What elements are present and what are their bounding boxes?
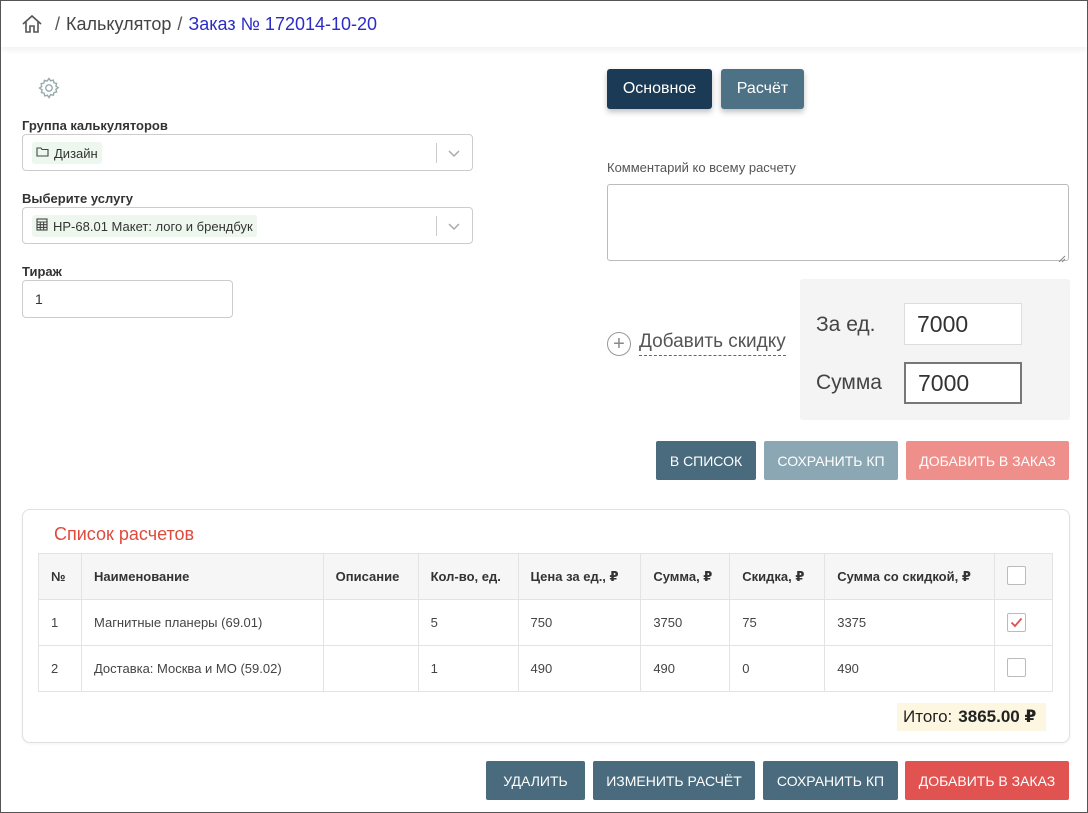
- comment-label: Комментарий ко всему расчету: [607, 160, 796, 175]
- qty-input[interactable]: 1: [22, 280, 233, 318]
- table-header-row: № Наименование Описание Кол-во, ед. Цена…: [38, 553, 1054, 600]
- sum-label: Сумма: [816, 371, 882, 394]
- col-description: Описание: [322, 553, 419, 600]
- comment-textarea[interactable]: [607, 184, 1069, 263]
- row-description: [322, 645, 419, 692]
- breadcrumb-separator: /: [177, 13, 183, 34]
- select-divider: [436, 143, 437, 163]
- row-sum: 3750: [640, 599, 731, 646]
- save-kp-button[interactable]: СОХРАНИТЬ КП: [764, 441, 898, 480]
- unit-price-input[interactable]: 7000: [904, 303, 1022, 345]
- resize-handle-icon[interactable]: [1058, 250, 1066, 263]
- row-qty: 5: [417, 599, 519, 646]
- total-sum: Итого: 3865.00 ₽: [897, 703, 1047, 731]
- sum-input[interactable]: 7000: [904, 362, 1022, 404]
- calculator-icon: [36, 218, 48, 234]
- service-value: НР-68.01 Макет: лого и брендбук: [53, 218, 253, 234]
- group-label: Группа калькуляторов: [22, 118, 168, 133]
- save-kp-bottom-button[interactable]: СОХРАНИТЬ КП: [763, 761, 898, 800]
- group-chip: Дизайн: [32, 142, 102, 164]
- breadcrumb-order-title: Заказ № 172014-10-20: [188, 13, 378, 34]
- total-value: 3865.00 ₽: [958, 707, 1037, 726]
- edit-calculation-button[interactable]: ИЗМЕНИТЬ РАСЧЁТ: [593, 761, 755, 800]
- group-select[interactable]: Дизайн: [22, 134, 473, 171]
- col-sum-discounted: Сумма со скидкой, ₽: [824, 553, 995, 600]
- tab-main[interactable]: Основное: [607, 69, 712, 109]
- add-to-order-button[interactable]: ДОБАВИТЬ В ЗАКАЗ: [906, 441, 1069, 480]
- calculations-table: № Наименование Описание Кол-во, ед. Цена…: [38, 553, 1054, 692]
- row-select: [993, 599, 1054, 646]
- row-unit-price: 750: [517, 599, 642, 646]
- col-discount: Скидка, ₽: [729, 553, 826, 600]
- add-discount-label: Добавить скидку: [639, 331, 786, 356]
- price-box: За ед. 7000 Сумма 7000: [800, 279, 1070, 420]
- home-icon[interactable]: [21, 13, 43, 35]
- service-chip: НР-68.01 Макет: лого и брендбук: [32, 215, 257, 237]
- col-sum: Сумма, ₽: [640, 553, 731, 600]
- service-select[interactable]: НР-68.01 Макет: лого и брендбук: [22, 207, 473, 244]
- row-checkbox[interactable]: [1006, 657, 1026, 677]
- folder-icon: [36, 146, 49, 160]
- table-row[interactable]: 2 Доставка: Москва и МО (59.02) 1 490 49…: [38, 645, 1054, 692]
- row-discount: 75: [729, 599, 826, 646]
- to-list-button[interactable]: В СПИСОК: [656, 441, 756, 480]
- row-unit-price: 490: [517, 645, 642, 692]
- gear-icon[interactable]: [37, 76, 61, 100]
- col-unit-price: Цена за ед., ₽: [517, 553, 642, 600]
- row-select: [993, 645, 1054, 692]
- col-name: Наименование: [80, 553, 324, 600]
- row-sum: 490: [640, 645, 731, 692]
- select-all-checkbox[interactable]: [1006, 565, 1026, 585]
- unit-price-label: За ед.: [816, 313, 876, 336]
- add-discount-button[interactable]: + Добавить скидку: [607, 331, 786, 356]
- table-row[interactable]: 1 Магнитные планеры (69.01) 5 750 3750 7…: [38, 599, 1054, 646]
- chevron-down-icon[interactable]: [446, 218, 462, 234]
- col-qty: Кол-во, ед.: [417, 553, 519, 600]
- row-number: 1: [38, 599, 82, 646]
- delete-button[interactable]: УДАЛИТЬ: [486, 761, 585, 800]
- row-sum-discounted: 3375: [824, 599, 995, 646]
- row-discount: 0: [729, 645, 826, 692]
- tab-calc[interactable]: Расчёт: [721, 69, 804, 109]
- calculations-title: Список расчетов: [54, 524, 195, 544]
- service-label: Выберите услугу: [22, 191, 133, 206]
- row-number: 2: [38, 645, 82, 692]
- row-sum-discounted: 490: [824, 645, 995, 692]
- row-description: [322, 599, 419, 646]
- row-name: Магнитные планеры (69.01): [80, 599, 324, 646]
- col-select: [993, 553, 1054, 600]
- col-number: №: [38, 553, 82, 600]
- plus-circle-icon: +: [607, 331, 631, 356]
- breadcrumb-separator: /: [55, 13, 61, 34]
- select-divider: [436, 216, 437, 236]
- group-value: Дизайн: [54, 145, 98, 161]
- row-checkbox-checked[interactable]: [1006, 613, 1026, 632]
- add-to-order-bottom-button[interactable]: ДОБАВИТЬ В ЗАКАЗ: [905, 761, 1069, 800]
- row-qty: 1: [417, 645, 519, 692]
- breadcrumb: / Калькулятор / Заказ № 172014-10-20: [1, 1, 1087, 47]
- chevron-down-icon[interactable]: [446, 145, 462, 161]
- check-icon: [1010, 617, 1023, 628]
- qty-label: Тираж: [22, 264, 62, 279]
- breadcrumb-calculator-link[interactable]: Калькулятор: [66, 14, 171, 35]
- row-name: Доставка: Москва и МО (59.02): [80, 645, 324, 692]
- total-label: Итого:: [903, 707, 953, 726]
